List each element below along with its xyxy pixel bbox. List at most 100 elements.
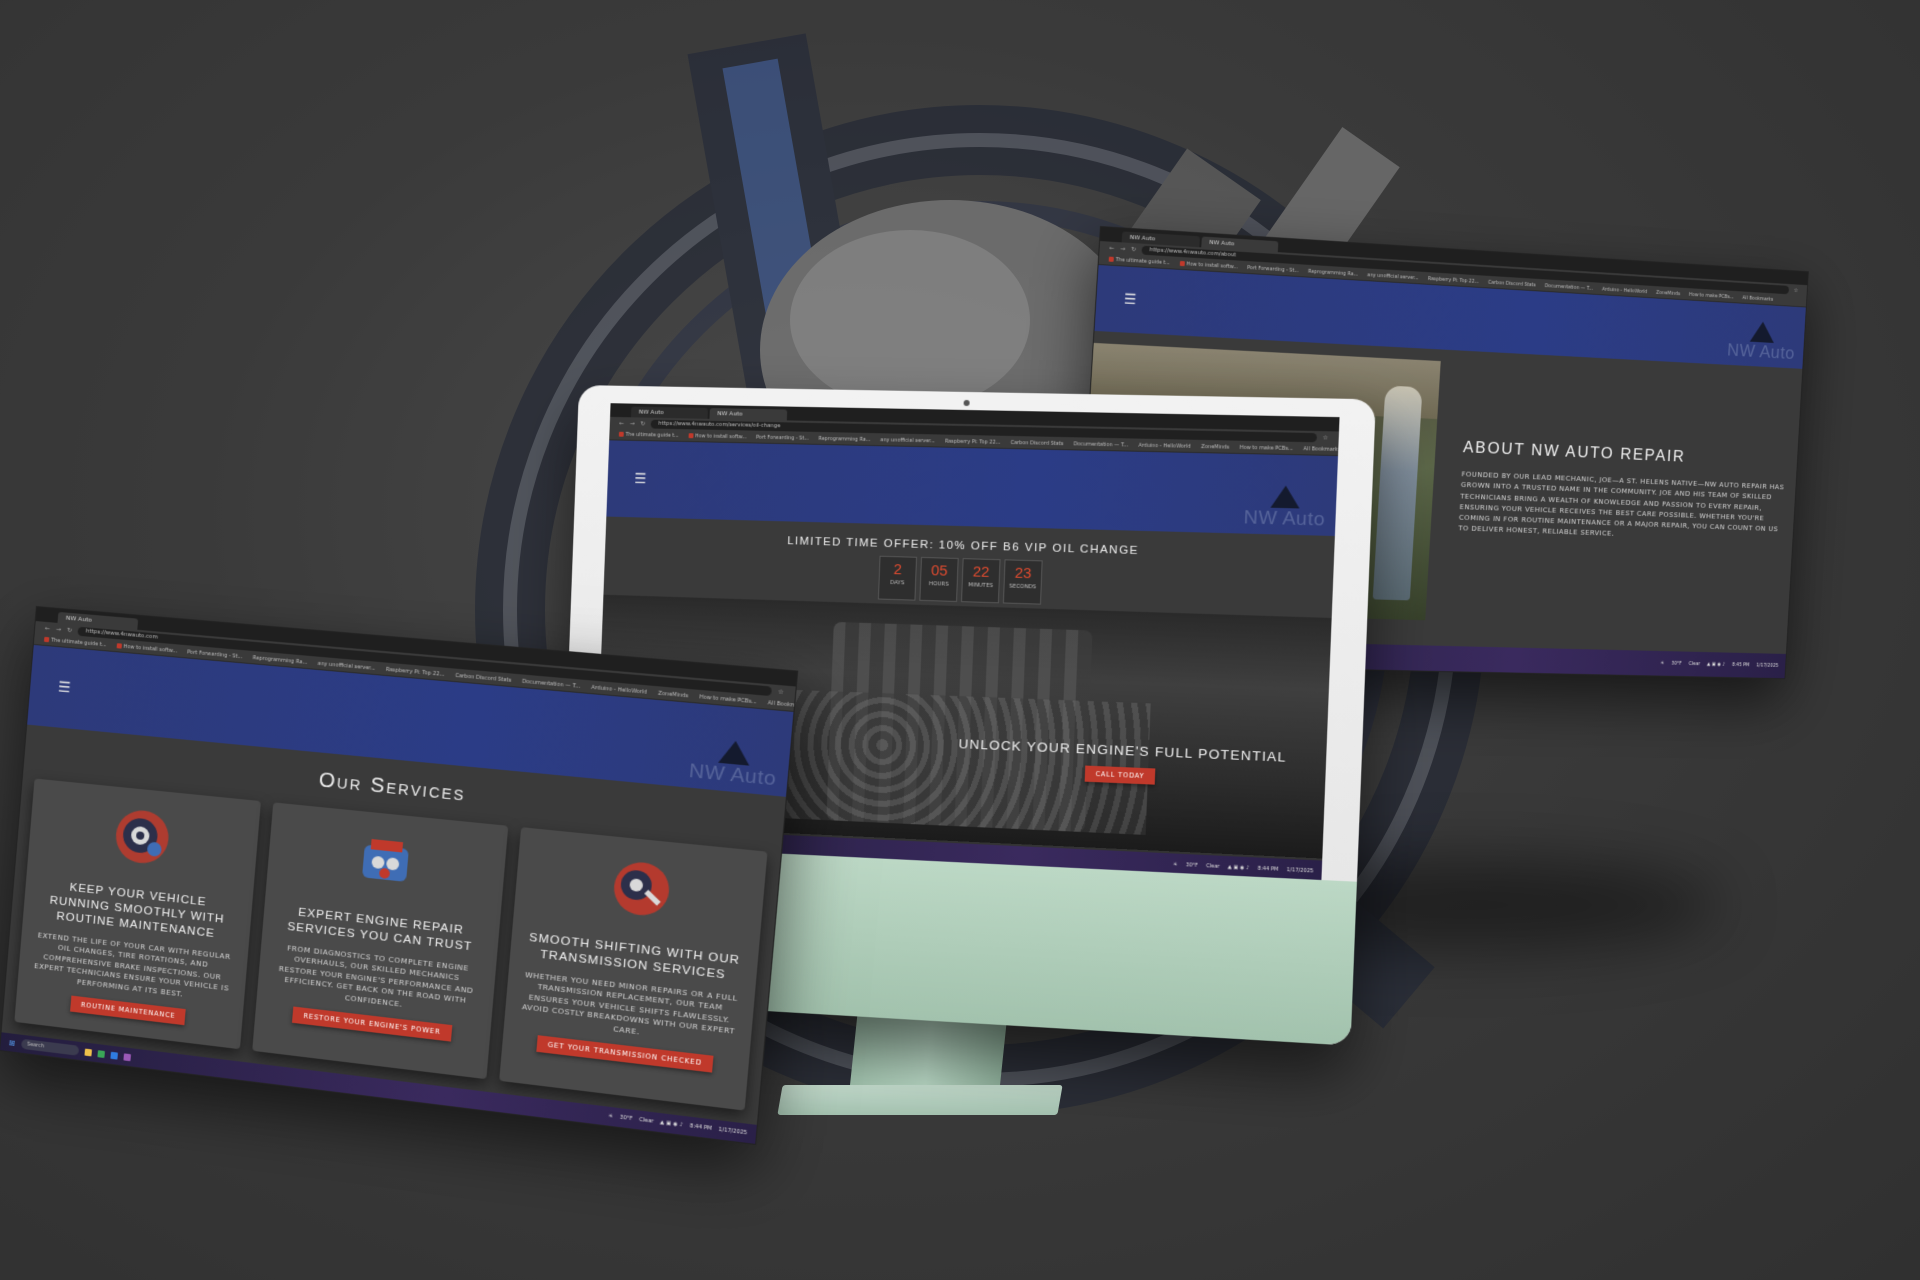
about-title: About NW Auto Repair [1462, 437, 1686, 466]
bookmark-item[interactable]: Documentation — T... [1545, 283, 1594, 292]
app-icon[interactable] [123, 1052, 131, 1061]
bookmark-item[interactable]: Documentation — T... [1073, 441, 1128, 448]
bookmark-item[interactable]: Raspberry Pi: Top 22... [945, 439, 1001, 446]
mountain-logo-icon [717, 739, 752, 766]
star-icon[interactable]: ☆ [1323, 434, 1329, 441]
bookmark-item[interactable]: Port Forwarding - St... [756, 435, 809, 442]
bookmark-item[interactable]: ZoneMinds [1201, 444, 1229, 451]
back-icon[interactable]: ← [45, 625, 51, 632]
countdown-value: 22 [972, 563, 990, 581]
weather-icon[interactable]: ☀ [1173, 862, 1178, 868]
hamburger-menu-icon[interactable]: ☰ [57, 679, 71, 696]
bookmark-item[interactable]: any unofficial server... [1367, 272, 1419, 281]
countdown-label: Minutes [968, 582, 994, 590]
countdown-value: 05 [930, 562, 948, 580]
countdown-seconds: 23 Seconds [1002, 559, 1043, 605]
call-today-button[interactable]: Call Today [1085, 765, 1155, 785]
app-icon[interactable] [110, 1051, 118, 1060]
star-icon[interactable]: ☆ [1794, 287, 1799, 294]
clock-date[interactable]: 1/17/2025 [718, 1127, 747, 1137]
bookmark-item[interactable]: Arduino - HelloWorld [1602, 287, 1648, 295]
clock-date[interactable]: 1/17/2025 [1287, 867, 1314, 874]
clock-date[interactable]: 1/17/2025 [1756, 663, 1778, 669]
about-text-block: About NW Auto Repair Founded by our lead… [1458, 438, 1791, 545]
bookmark-item[interactable]: How to make PCBs... [1239, 445, 1293, 452]
service-card-transmission: Smooth Shifting with Our Transmission Se… [499, 827, 768, 1111]
hamburger-menu-icon[interactable]: ☰ [1124, 292, 1137, 309]
brand-logo[interactable]: NW Auto [1727, 320, 1797, 365]
countdown-label: Seconds [1008, 583, 1037, 591]
all-bookmarks[interactable]: All Bookmarks [1303, 446, 1338, 453]
clock-time[interactable]: 8:44 PM [1257, 866, 1278, 873]
bookmark-item[interactable]: ZoneMinds [1656, 290, 1680, 297]
back-icon[interactable]: ← [619, 420, 624, 427]
reload-icon[interactable]: ↻ [640, 420, 645, 427]
bookmark-item[interactable]: Raspberry Pi: Top 22... [1428, 276, 1479, 285]
all-bookmarks[interactable]: All Bookmarks [768, 700, 795, 710]
brand-logo[interactable]: NW Auto [1243, 485, 1326, 532]
star-icon[interactable]: ☆ [778, 688, 785, 696]
camera-icon [963, 399, 970, 407]
forward-icon[interactable]: → [56, 626, 62, 633]
countdown-value: 23 [1014, 564, 1032, 583]
tray-icons[interactable]: ▲ ▣ ◉ ♪ [1228, 864, 1250, 871]
tab-active[interactable]: NW Auto [709, 408, 788, 421]
reload-icon[interactable]: ↻ [67, 627, 73, 634]
bookmark-item[interactable]: Reprogramming Ra... [1308, 269, 1358, 278]
photo-person [1372, 385, 1423, 601]
bookmark-item[interactable]: How to install softw... [688, 433, 747, 440]
bookmark-item[interactable]: The ultimate guide t... [618, 431, 679, 439]
weather-desc: Clear [1205, 863, 1220, 870]
clock-time[interactable]: 8:44 PM [689, 1123, 712, 1132]
forward-icon[interactable]: → [1120, 245, 1125, 252]
bookmark-item[interactable]: any unofficial server... [880, 437, 935, 444]
weather-desc: Clear [638, 1116, 654, 1125]
weather-desc: Clear [1688, 661, 1701, 668]
weather-temp: 30°F [1185, 862, 1199, 869]
service-card-engine: Expert Engine Repair Services You Can Tr… [251, 802, 509, 1080]
countdown-label: Hours [928, 581, 949, 588]
mountain-logo-icon [1749, 321, 1775, 343]
countdown-hours: 05 Hours [919, 556, 959, 602]
weather-temp: 30°F [619, 1114, 633, 1123]
about-paragraph: Founded by our lead mechanic, Joe—a St. … [1458, 469, 1785, 538]
reload-icon[interactable]: ↻ [1131, 246, 1136, 253]
bookmark-item[interactable]: How to make PCBs... [1689, 292, 1734, 300]
countdown-days: 2 Days [877, 555, 918, 601]
tab[interactable]: NW Auto [630, 406, 708, 419]
routine-maintenance-button[interactable]: Routine Maintenance [70, 995, 187, 1026]
logo-text: NW Auto [1726, 340, 1796, 364]
service-card-maintenance: Keep Your Vehicle Running Smoothly with … [14, 778, 261, 1050]
forward-icon[interactable]: → [630, 420, 635, 427]
tray-icons[interactable]: ▲ ▣ ◉ ♪ [1707, 662, 1725, 668]
bookmark-item[interactable]: Reprogramming Ra... [818, 436, 870, 443]
hamburger-menu-icon[interactable]: ☰ [634, 471, 647, 487]
bookmark-item[interactable]: Arduino - HelloWorld [1138, 443, 1191, 450]
all-bookmarks[interactable]: All Bookmarks [1742, 295, 1773, 302]
services-browser-window: NW Auto ← → ↻ https://www.4nwauto.com ☆ … [0, 606, 799, 1146]
bookmark-item[interactable]: Carbon Discord Stats [1488, 280, 1536, 289]
transmission-gear-icon [605, 855, 674, 922]
weather-temp: 30°F [1671, 660, 1682, 667]
weather-icon[interactable]: ☀ [1660, 660, 1664, 666]
weather-icon[interactable]: ☀ [608, 1113, 613, 1120]
countdown-minutes: 22 Minutes [960, 558, 1001, 604]
bookmark-item[interactable]: Port Forwarding - St... [1247, 265, 1299, 274]
bookmark-item[interactable]: ZoneMinds [658, 691, 689, 700]
bookmark-item[interactable]: How to install softw... [1179, 260, 1238, 270]
bookmark-item[interactable]: Carbon Discord Stats [1010, 440, 1063, 447]
logo-text: NW Auto [688, 760, 778, 791]
back-icon[interactable]: ← [1109, 245, 1114, 252]
taskbar-search[interactable]: Search [20, 1038, 79, 1056]
app-icon[interactable] [84, 1048, 92, 1056]
brand-logo[interactable]: NW Auto [688, 737, 779, 792]
tire-gear-icon [111, 805, 174, 869]
app-icon[interactable] [97, 1049, 105, 1058]
countdown-value: 2 [893, 561, 903, 579]
tray-icons[interactable]: ▲ ▣ ◉ ♪ [660, 1119, 684, 1128]
bookmark-item[interactable]: The ultimate guide t... [1108, 256, 1170, 266]
clock-time[interactable]: 8:45 PM [1732, 662, 1750, 668]
countdown-label: Days [890, 579, 905, 587]
windows-start-icon[interactable]: ⊞ [8, 1038, 15, 1048]
logo-text: NW Auto [1243, 507, 1326, 531]
